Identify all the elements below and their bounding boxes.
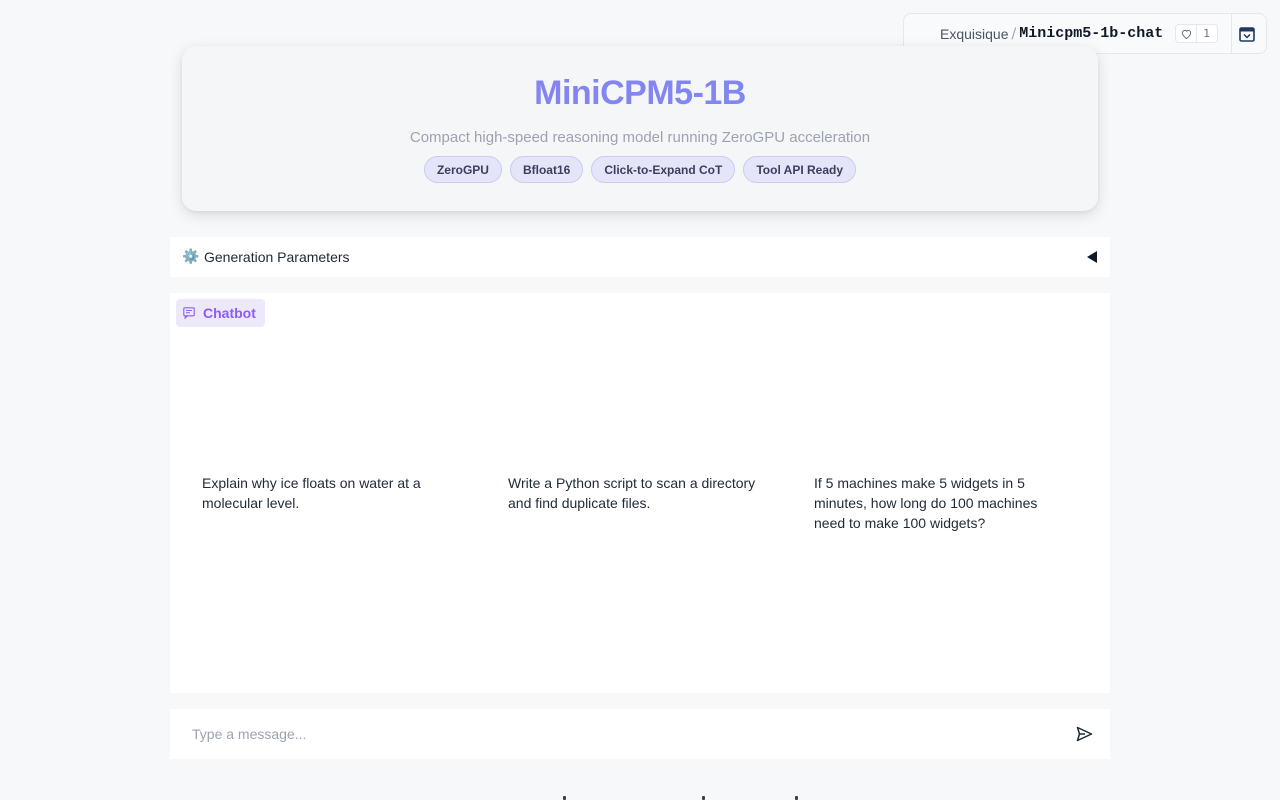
footer-mark — [563, 796, 566, 800]
badge-cot: Click-to-Expand CoT — [591, 156, 736, 183]
example-prompt[interactable]: If 5 machines make 5 widgets in 5 minute… — [814, 473, 1064, 533]
chatbot-label: Chatbot — [176, 299, 265, 327]
header-card: MiniCPM5-1B Compact high-speed reasoning… — [182, 46, 1098, 211]
badge-divider — [1231, 14, 1232, 53]
footer-mark — [795, 796, 798, 800]
caret-left-icon[interactable] — [1087, 251, 1097, 263]
message-input-row — [170, 709, 1110, 759]
chatbot-panel: Chatbot Explain why ice floats on water … — [170, 293, 1110, 693]
gear-icon: ⚙️ — [182, 249, 200, 265]
like-button[interactable]: 1 — [1175, 24, 1219, 43]
generation-parameters-accordion[interactable]: ⚙️ Generation Parameters — [170, 237, 1110, 277]
badge-zerogpu: ZeroGPU — [423, 156, 502, 183]
example-prompts: Explain why ice floats on water at a mol… — [202, 473, 1102, 533]
heart-icon — [1176, 25, 1198, 42]
message-input[interactable] — [192, 719, 1052, 749]
badge-tool-api: Tool API Ready — [743, 156, 857, 183]
badge-bfloat16: Bfloat16 — [509, 156, 584, 183]
chat-bubble-icon — [183, 307, 195, 319]
page-subtitle: Compact high-speed reasoning model runni… — [409, 129, 871, 146]
page-title: MiniCPM5-1B — [182, 74, 1098, 113]
like-count: 1 — [1203, 27, 1211, 40]
footer-mark — [702, 796, 705, 800]
feature-badges: ZeroGPU Bfloat16 Click-to-Expand CoT Too… — [182, 156, 1098, 183]
collapse-header-icon[interactable] — [1238, 25, 1256, 43]
chatbot-label-text: Chatbot — [203, 305, 256, 321]
send-icon[interactable] — [1075, 725, 1093, 743]
example-prompt[interactable]: Write a Python script to scan a director… — [508, 473, 768, 513]
accordion-label: Generation Parameters — [204, 249, 350, 265]
footer-fragment — [0, 796, 1280, 800]
space-repo-link[interactable]: Minicpm5-1b-chat — [1019, 25, 1163, 42]
example-prompt[interactable]: Explain why ice floats on water at a mol… — [202, 473, 462, 513]
path-separator: / — [1011, 25, 1017, 42]
space-owner-link[interactable]: Exquisique — [940, 26, 1009, 42]
